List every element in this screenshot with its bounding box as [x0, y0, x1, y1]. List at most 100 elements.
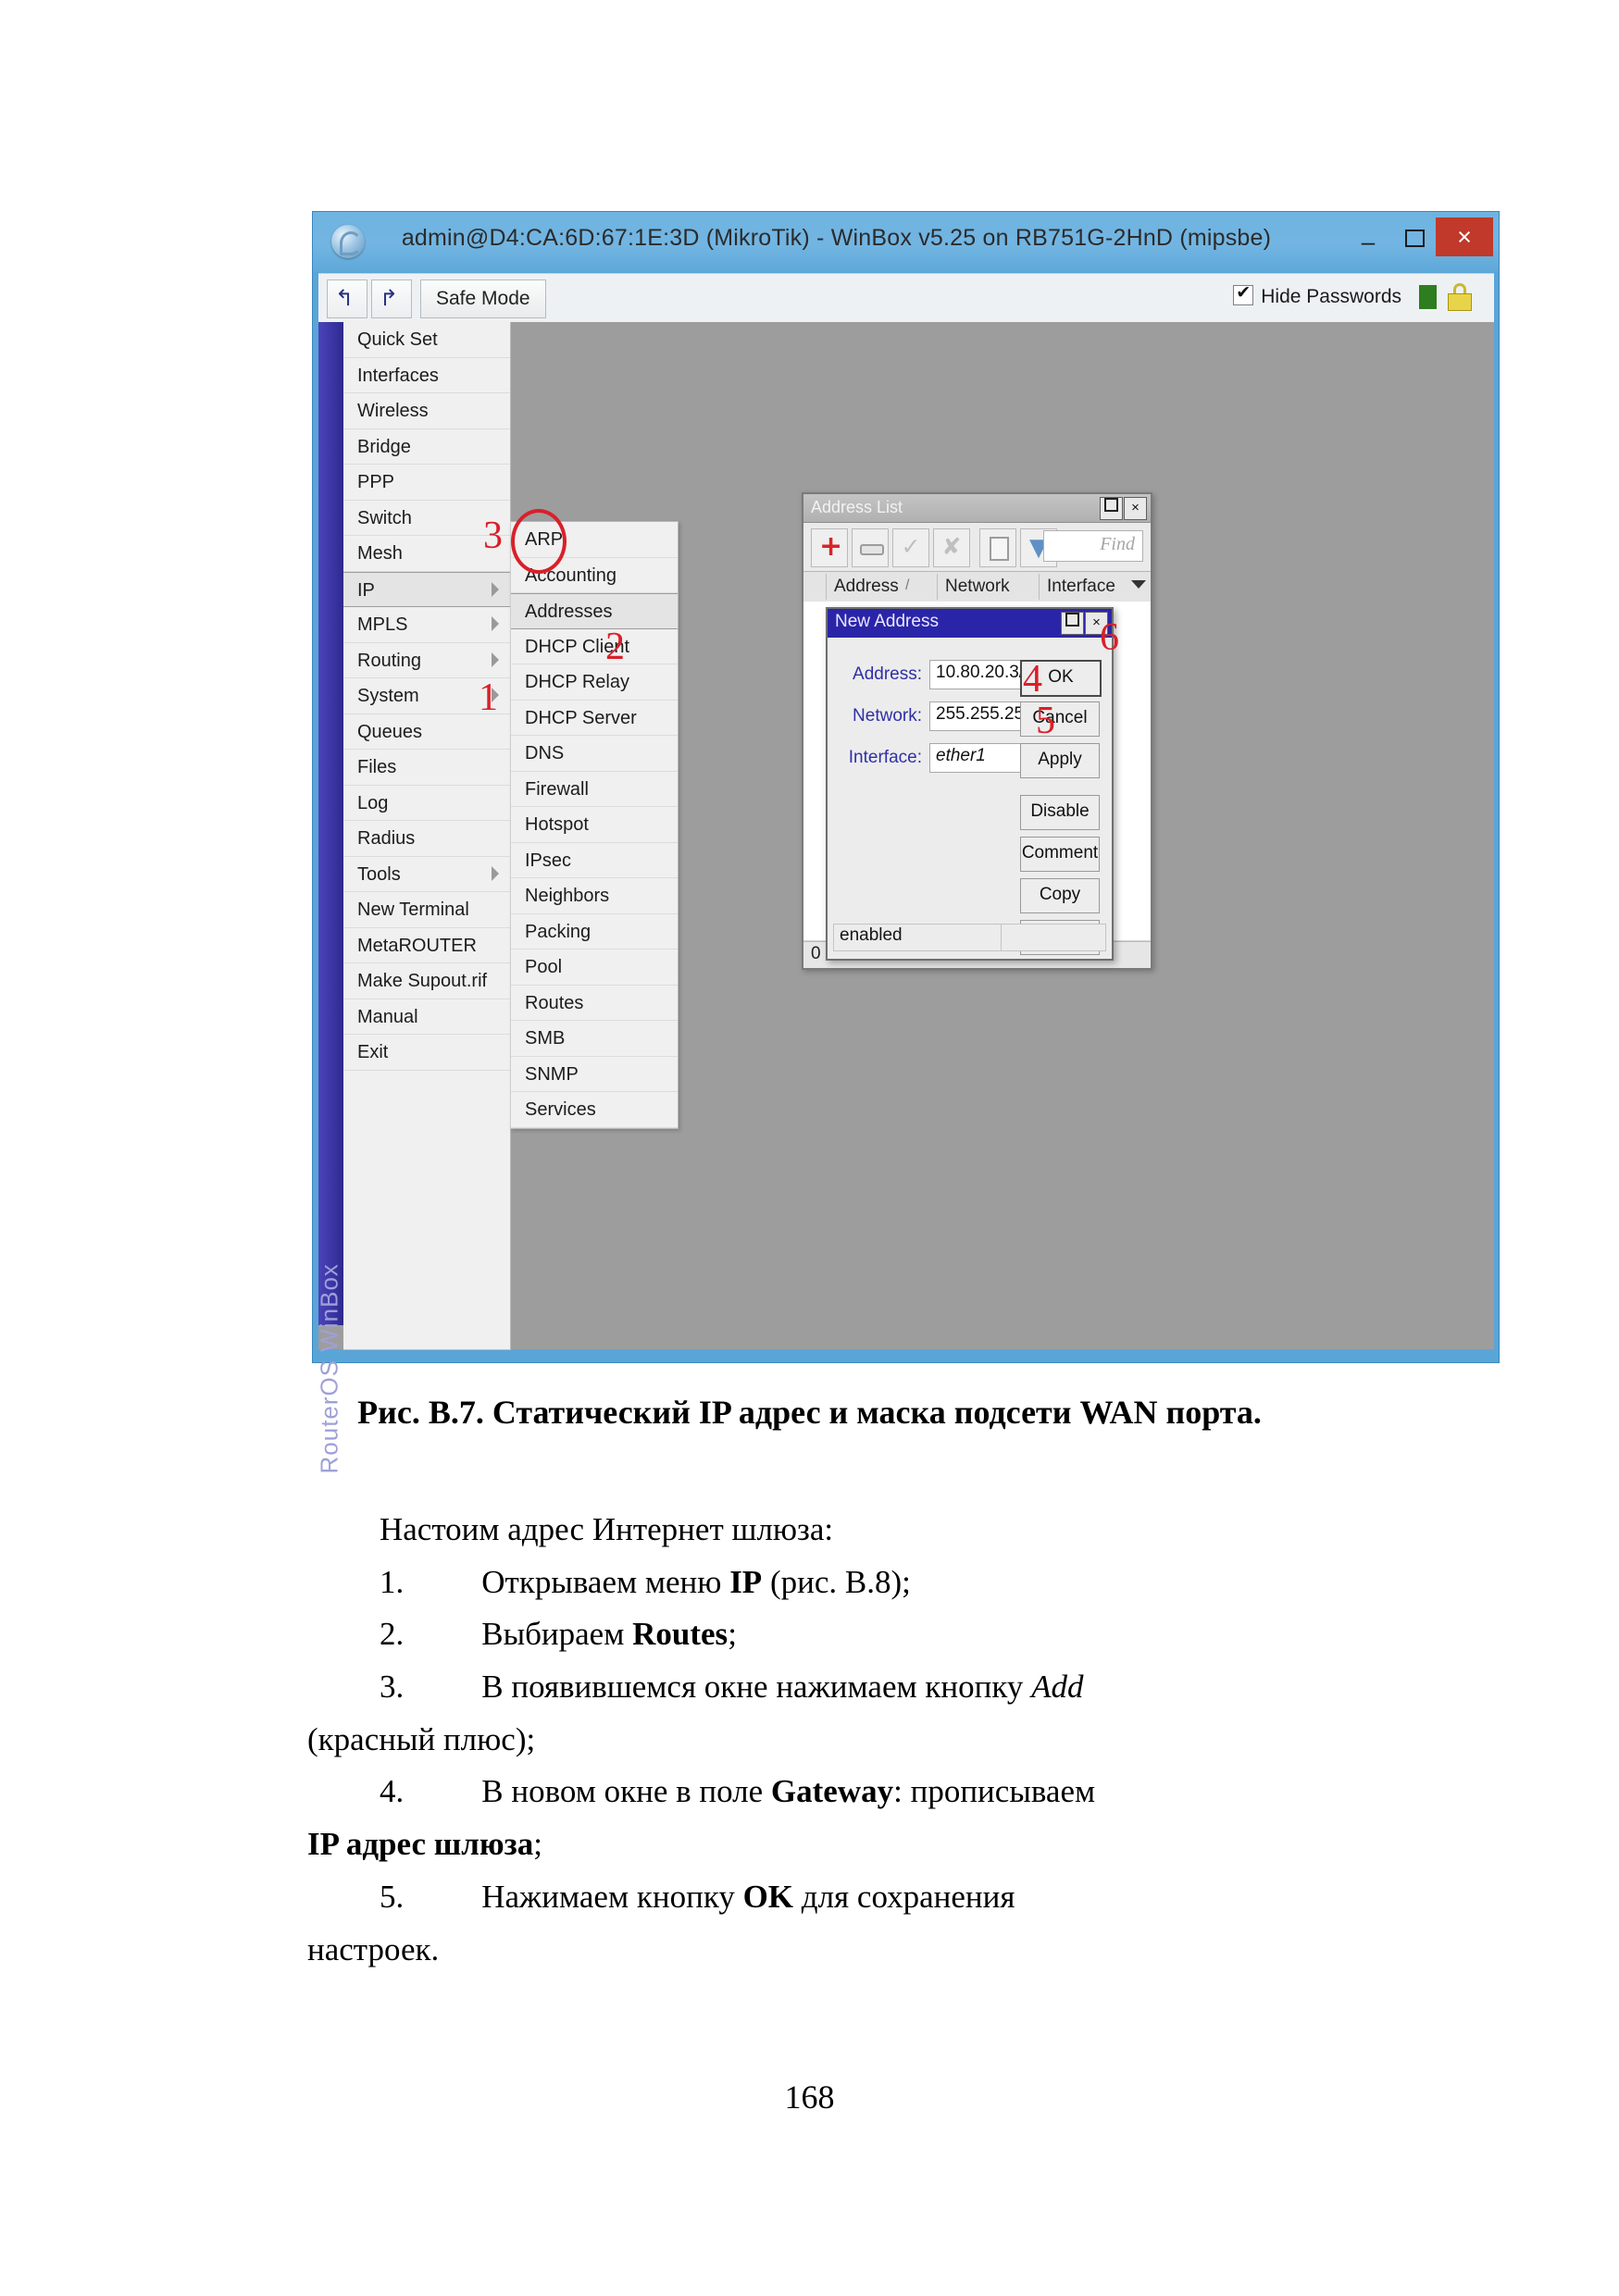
- redo-button[interactable]: ↱: [371, 279, 412, 318]
- item-2-text-a: Выбираем: [481, 1616, 633, 1653]
- chevron-right-icon: [492, 865, 499, 881]
- list-item-4-cont: IP адрес шлюза;: [307, 1818, 1316, 1871]
- winbox-main-window: admin@D4:CA:6D:67:1E:3D (MikroTik) - Win…: [312, 211, 1500, 1474]
- item-1-text-b: (рис. В.8);: [762, 1563, 911, 1600]
- minimize-button[interactable]: –: [1347, 221, 1389, 262]
- menu-item-mpls[interactable]: MPLS: [343, 607, 510, 643]
- item-1-bold: IP: [729, 1563, 763, 1600]
- column-header-network[interactable]: Network: [937, 574, 1039, 600]
- menu-item-label: Quick Set: [357, 329, 438, 350]
- undo-button[interactable]: ↰: [327, 279, 367, 318]
- list-item-1: 1. Открываем меню IP (рис. В.8);: [307, 1557, 1316, 1609]
- menu-item-label: MPLS: [357, 614, 408, 635]
- submenu-item-snmp[interactable]: SNMP: [511, 1057, 678, 1092]
- menu-item-make-supout-rif[interactable]: Make Supout.rif: [343, 963, 510, 999]
- menu-item-quick-set[interactable]: Quick Set: [343, 322, 510, 358]
- menu-item-new-terminal[interactable]: New Terminal: [343, 892, 510, 928]
- submenu-item-firewall[interactable]: Firewall: [511, 772, 678, 807]
- add-plus-button[interactable]: +: [811, 528, 848, 567]
- menu-item-manual[interactable]: Manual: [343, 999, 510, 1035]
- winbox-toolbar: ↰ ↱ Safe Mode Hide Passwords: [318, 273, 1494, 324]
- address-list-maximize-button[interactable]: [1100, 497, 1123, 520]
- item-2-bold: Routes: [632, 1616, 729, 1653]
- menu-item-tools[interactable]: Tools: [343, 857, 510, 892]
- copy-button[interactable]: Copy: [1020, 878, 1100, 913]
- safe-mode-button[interactable]: Safe Mode: [420, 279, 546, 318]
- cancel-button[interactable]: Cancel: [1020, 701, 1100, 737]
- list-item-3: 3. В появившемся окне нажимаем кнопку Add: [307, 1661, 1316, 1714]
- menu-item-label: IPsec: [525, 850, 572, 871]
- address-list-close-button[interactable]: ×: [1124, 497, 1147, 520]
- menu-item-label: Pool: [525, 957, 563, 977]
- maximize-button[interactable]: [1393, 221, 1436, 262]
- menu-item-label: Exit: [357, 1042, 389, 1062]
- submenu-item-smb[interactable]: SMB: [511, 1021, 678, 1057]
- submenu-item-dhcp-client[interactable]: DHCP Client: [511, 629, 678, 664]
- item-1-number: 1.: [380, 1563, 405, 1600]
- submenu-item-hotspot[interactable]: Hotspot: [511, 807, 678, 843]
- menu-item-interfaces[interactable]: Interfaces: [343, 358, 510, 393]
- disable-button[interactable]: Disable: [1020, 795, 1100, 830]
- item-5-text-a: Нажимаем кнопку: [481, 1878, 743, 1915]
- page-number: 168: [784, 2079, 835, 2116]
- menu-item-label: Radius: [357, 828, 416, 849]
- window-title: admin@D4:CA:6D:67:1E:3D (MikroTik) - Win…: [401, 225, 1272, 251]
- close-button[interactable]: ×: [1436, 217, 1493, 256]
- submenu-item-neighbors[interactable]: Neighbors: [511, 878, 678, 914]
- item-4-text-b: : прописываем: [893, 1773, 1096, 1810]
- enable-button[interactable]: ✓: [892, 528, 929, 567]
- new-address-maximize-button[interactable]: [1061, 612, 1084, 635]
- annotation-5: 5: [1036, 700, 1055, 742]
- chevron-down-icon[interactable]: [1131, 580, 1146, 589]
- apply-button[interactable]: Apply: [1020, 743, 1100, 778]
- submenu-item-services[interactable]: Services: [511, 1092, 678, 1128]
- submenu-item-addresses[interactable]: Addresses: [511, 593, 678, 629]
- menu-item-radius[interactable]: Radius: [343, 821, 510, 857]
- submenu-item-dhcp-server[interactable]: DHCP Server: [511, 701, 678, 736]
- menu-item-label: DNS: [525, 743, 565, 763]
- menu-item-wireless[interactable]: Wireless: [343, 393, 510, 429]
- item-4-cont-bold: IP адрес шлюза: [307, 1826, 534, 1863]
- menu-item-label: MetaROUTER: [357, 935, 477, 956]
- menu-item-ppp[interactable]: PPP: [343, 465, 510, 501]
- annotation-2: 2: [605, 626, 625, 668]
- submenu-item-pool[interactable]: Pool: [511, 949, 678, 986]
- menu-item-routing[interactable]: Routing: [343, 643, 510, 678]
- figure-caption: Рис. В.7. Статический IP адрес и маска п…: [357, 1394, 1262, 1431]
- menu-item-label: Routing: [357, 650, 421, 671]
- submenu-item-ipsec[interactable]: IPsec: [511, 843, 678, 878]
- ip-submenu: ARP Accounting Addresses DHCP Client DHCP Re…: [510, 521, 679, 1129]
- menu-item-label: PPP: [357, 472, 395, 492]
- submenu-item-packing[interactable]: Packing: [511, 914, 678, 949]
- comment-button[interactable]: [979, 528, 1016, 567]
- disable-button[interactable]: ✘: [933, 528, 970, 567]
- comment-button[interactable]: Comment: [1020, 837, 1100, 872]
- menu-item-log[interactable]: Log: [343, 786, 510, 821]
- menu-item-label: New Terminal: [357, 900, 469, 920]
- menu-item-files[interactable]: Files: [343, 750, 510, 786]
- submenu-item-dhcp-relay[interactable]: DHCP Relay: [511, 664, 678, 701]
- menu-item-label: Files: [357, 757, 397, 777]
- menu-item-ip[interactable]: IP: [343, 571, 510, 607]
- padlock-icon[interactable]: [1448, 283, 1472, 311]
- find-input[interactable]: Find: [1043, 530, 1143, 562]
- submenu-item-dns[interactable]: DNS: [511, 736, 678, 772]
- menu-item-label: DHCP Relay: [525, 672, 629, 692]
- menu-item-exit[interactable]: Exit: [343, 1035, 510, 1071]
- item-5-cont: настроек.: [307, 1930, 440, 1967]
- submenu-item-routes[interactable]: Routes: [511, 986, 678, 1021]
- remove-button[interactable]: [852, 528, 889, 567]
- address-list-header-row: Address / Network Interface: [803, 572, 1151, 602]
- new-address-dialog: New Address × Address: 10.80.20.3/24 Net…: [826, 607, 1114, 961]
- menu-item-metarouter[interactable]: MetaROUTER: [343, 928, 510, 963]
- list-item-2: 2. Выбираем Routes;: [307, 1608, 1316, 1661]
- sort-indicator-icon: /: [905, 577, 910, 593]
- column-header-address[interactable]: Address: [826, 574, 937, 600]
- annotation-4: 4: [1023, 658, 1042, 701]
- checkbox-checked-icon: [1233, 282, 1254, 305]
- column-header-interface[interactable]: Interface: [1039, 574, 1127, 600]
- menu-item-label: Log: [357, 792, 389, 813]
- menu-item-queues[interactable]: Queues: [343, 714, 510, 750]
- menu-item-bridge[interactable]: Bridge: [343, 429, 510, 465]
- hide-passwords-checkbox[interactable]: Hide Passwords: [1233, 282, 1401, 308]
